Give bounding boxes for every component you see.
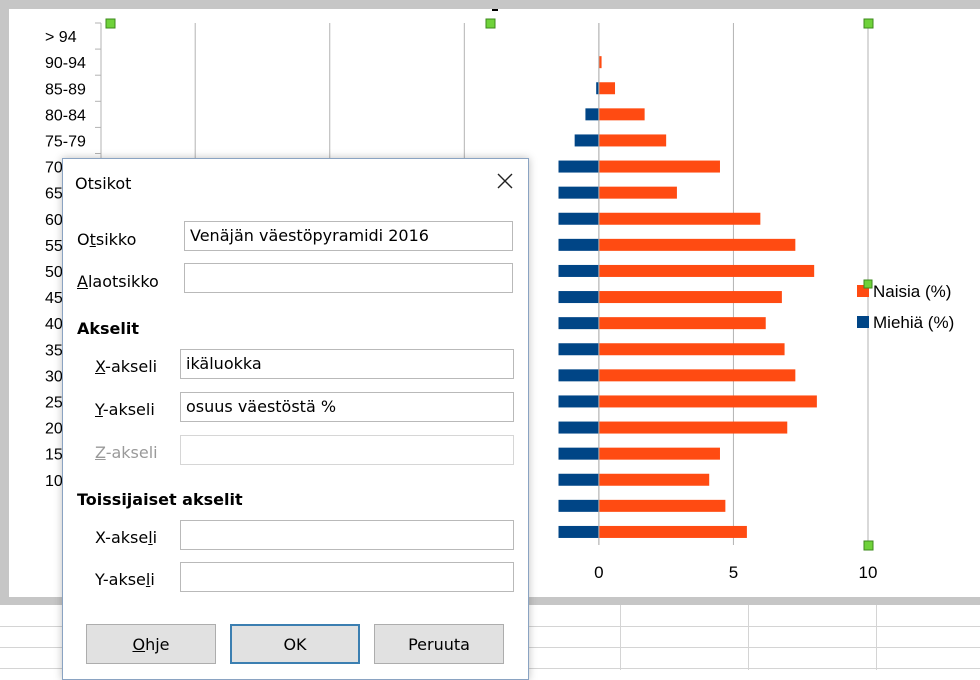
bar-naisia [598, 525, 747, 538]
sheet-col-line [620, 605, 621, 670]
bar-naisia [598, 264, 815, 277]
bar-naisia [598, 421, 788, 434]
y-tick-label: 20 [45, 421, 63, 438]
bar-miehia [585, 108, 599, 121]
secondary-axes-heading: Toissijaiset akselit [77, 490, 243, 509]
title-label: Otsikko [77, 230, 137, 249]
bar-miehia [558, 395, 599, 408]
bar-naisia [598, 160, 720, 173]
sheet-col-line [748, 605, 749, 670]
bar-miehia [558, 369, 599, 382]
bar-miehia [558, 291, 599, 304]
y-tick-label: 55 [45, 238, 63, 255]
x-tick-label: 0 [594, 563, 603, 582]
title-input[interactable]: Venäjän väestöpyramidi 2016 [184, 221, 513, 251]
dialog-close-button[interactable] [488, 163, 522, 199]
bar-naisia [598, 212, 761, 225]
y-tick-label: 50 [45, 264, 63, 281]
y-tick-label: 90-94 [45, 55, 86, 72]
bar-miehia [558, 264, 599, 277]
chart-frame-top [0, 0, 980, 9]
cancel-button[interactable]: Peruuta [374, 624, 504, 664]
legend-label: Miehiä (%) [873, 313, 954, 332]
y-axis-label: Y-akseli [95, 400, 155, 419]
y-tick-label: 65 [45, 186, 63, 203]
subtitle-input[interactable] [184, 263, 513, 293]
bar-naisia [598, 317, 766, 330]
secondary-y-axis-label: Y-akseli [95, 570, 155, 589]
bar-naisia [598, 499, 726, 512]
selection-handle [105, 18, 116, 29]
bar-naisia [598, 186, 677, 199]
bar-naisia [598, 473, 710, 486]
secondary-y-axis-input[interactable] [180, 562, 514, 592]
y-tick-label: 35 [45, 342, 63, 359]
bar-miehia [558, 160, 599, 173]
y-axis-input[interactable]: osuus väestöstä % [180, 392, 514, 422]
bar-naisia [598, 343, 785, 356]
bar-miehia [558, 238, 599, 251]
bar-naisia [598, 369, 796, 382]
bar-miehia [558, 186, 599, 199]
close-icon [497, 173, 513, 189]
x-tick-label: 5 [729, 563, 738, 582]
chart-frame-left [0, 0, 9, 603]
frame-handle [492, 9, 498, 11]
y-tick-label: 70 [45, 160, 63, 177]
selection-handle [863, 540, 874, 551]
secondary-x-axis-label: X-akseli [95, 528, 158, 547]
subtitle-label: Alaotsikko [77, 272, 159, 291]
bar-naisia [598, 82, 616, 95]
selection-handle [863, 279, 873, 289]
selection-handle [485, 18, 496, 29]
y-tick-label: 10 [45, 473, 63, 490]
y-tick-label: 85-89 [45, 81, 86, 98]
z-axis-input [180, 435, 514, 465]
bar-naisia [598, 108, 645, 121]
ok-button[interactable]: OK [230, 624, 360, 664]
y-tick-label: 80-84 [45, 107, 86, 124]
secondary-x-axis-input[interactable] [180, 520, 514, 550]
y-tick-label: 15 [45, 447, 63, 464]
z-axis-label: Z-akseli [95, 443, 158, 462]
x-axis-label: X-akseli [95, 357, 158, 376]
bar-naisia [598, 447, 720, 460]
bar-naisia [598, 291, 782, 304]
y-tick-label: 30 [45, 368, 63, 385]
legend-label: Naisia (%) [873, 282, 951, 301]
bar-miehia [558, 421, 599, 434]
dialog-title: Otsikot [75, 174, 132, 193]
bar-naisia [598, 395, 817, 408]
x-tick-label: 10 [859, 563, 878, 582]
help-button[interactable]: Ohje [86, 624, 216, 664]
bar-naisia [598, 238, 796, 251]
axes-heading: Akselit [77, 319, 140, 338]
y-tick-label: > 94 [45, 29, 77, 46]
bar-miehia [558, 473, 599, 486]
legend-swatch [857, 316, 869, 328]
y-tick-label: 75-79 [45, 133, 86, 150]
titles-dialog: Otsikot Otsikko Venäjän väestöpyramidi 2… [62, 158, 529, 680]
y-tick-label: 40 [45, 316, 63, 333]
bar-miehia [558, 525, 599, 538]
bar-miehia [558, 212, 599, 225]
bar-miehia [574, 134, 599, 147]
selection-handle [863, 18, 874, 29]
bar-miehia [558, 447, 599, 460]
bar-miehia [558, 343, 599, 356]
sheet-col-line [876, 605, 877, 670]
y-tick-label: 45 [45, 290, 63, 307]
x-axis-input[interactable]: ikäluokka [180, 349, 514, 379]
bar-miehia [558, 317, 599, 330]
y-tick-label: 25 [45, 394, 63, 411]
bar-naisia [598, 134, 667, 147]
bar-miehia [558, 499, 599, 512]
y-tick-label: 60 [45, 212, 63, 229]
